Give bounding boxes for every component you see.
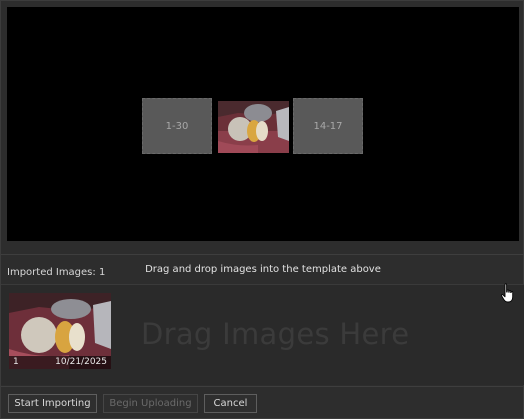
- cancel-button[interactable]: Cancel: [204, 394, 257, 413]
- start-importing-button[interactable]: Start Importing: [8, 394, 97, 413]
- begin-uploading-button[interactable]: Begin Uploading: [103, 394, 198, 413]
- slot-label: 1-30: [165, 120, 189, 132]
- import-window: 1-30 14-17 Drag and drop images into the…: [0, 0, 524, 419]
- thumbnail-number: 1: [13, 357, 19, 367]
- slot-label: 14-17: [313, 120, 343, 132]
- divider: [1, 254, 524, 255]
- thumbnail-caption: 1 10/21/2025: [9, 356, 111, 369]
- dental-photo-icon: [218, 101, 289, 153]
- drop-zone[interactable]: Drag Images Here 1 10/21/2025: [1, 285, 524, 385]
- thumbnail-date: 10/21/2025: [55, 357, 107, 367]
- imported-images-count: Imported Images: 1: [7, 267, 106, 278]
- hand-pointer-icon: [501, 283, 514, 303]
- template-slot-1-30[interactable]: 1-30: [142, 98, 212, 154]
- template-area[interactable]: 1-30 14-17: [7, 7, 519, 241]
- imported-thumbnail[interactable]: 1 10/21/2025: [9, 293, 111, 369]
- drop-zone-placeholder: Drag Images Here: [141, 317, 410, 351]
- template-slot-image[interactable]: [218, 101, 289, 153]
- divider: [1, 386, 524, 387]
- template-slot-14-17[interactable]: 14-17: [293, 98, 363, 154]
